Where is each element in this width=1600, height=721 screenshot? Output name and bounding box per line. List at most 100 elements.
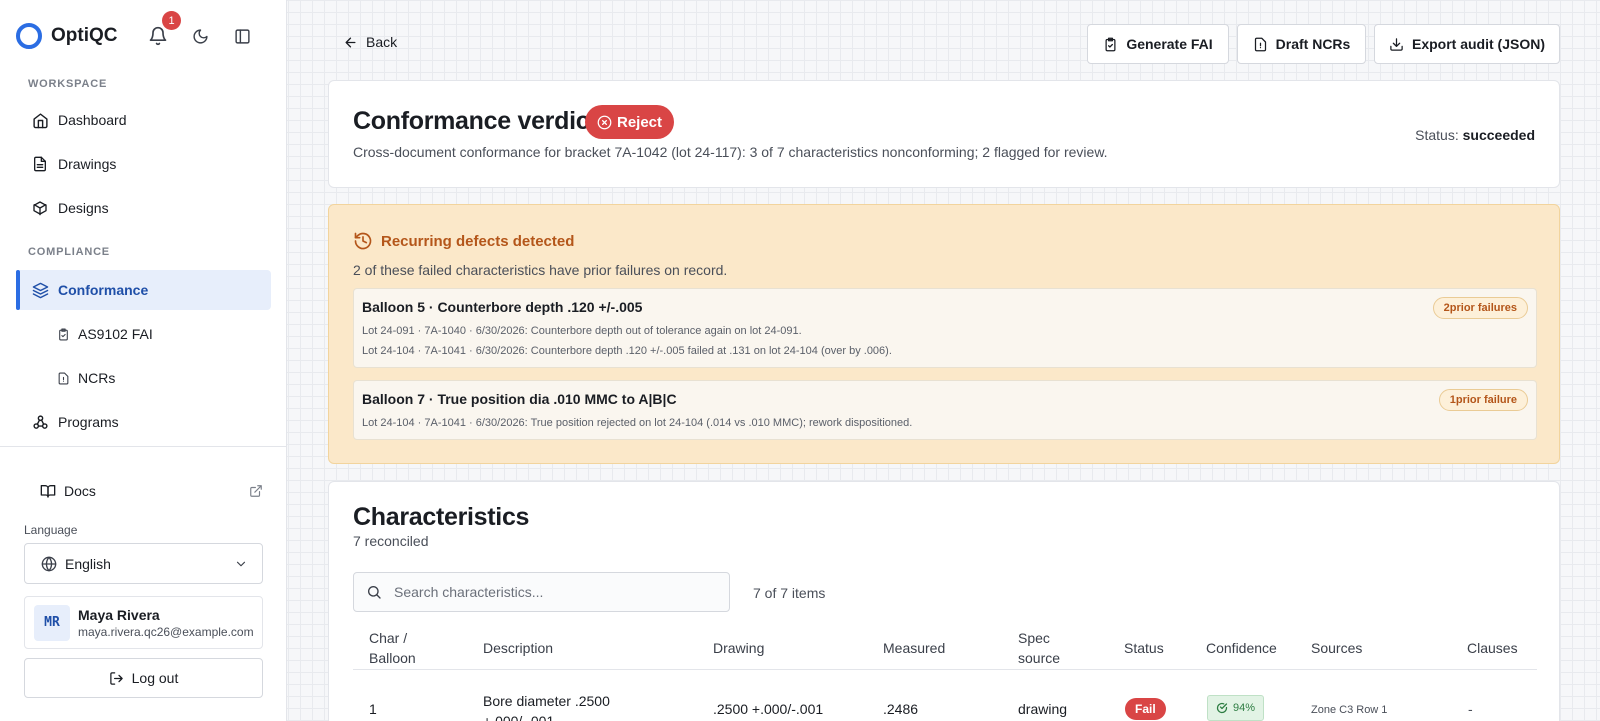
export-audit-button[interactable]: Export audit (JSON) [1374, 24, 1560, 64]
column-header-spec-line2: source [1018, 650, 1061, 666]
column-header-spec-source[interactable]: Spec source [1018, 628, 1060, 668]
section-label-compliance: COMPLIANCE [28, 246, 110, 258]
logout-button[interactable]: Log out [24, 658, 263, 698]
cell-spec-source: drawing [1018, 701, 1068, 717]
items-count: 7 of 7 items [753, 585, 826, 601]
prior-failures-badge: 1prior failure [1438, 389, 1528, 411]
draft-ncrs-button[interactable]: Draft NCRs [1237, 24, 1366, 64]
theme-toggle-button[interactable] [187, 23, 213, 49]
defect-item[interactable]: Balloon 5 · Counterbore depth .120 +/-.0… [353, 288, 1537, 368]
arrow-left-icon [343, 35, 358, 50]
cell-description-line1: Bore diameter .2500 [483, 693, 610, 709]
defect-title: Balloon 7 · True position dia .010 MMC t… [362, 391, 677, 407]
sidebar-item-label: Drawings [58, 156, 117, 172]
language-select[interactable]: English [24, 543, 263, 584]
search-icon [366, 584, 382, 600]
cell-measured: .2486 [883, 701, 919, 717]
sidebar-item-label: Conformance [58, 282, 149, 298]
sidebar-item-designs[interactable]: Designs [16, 188, 271, 228]
recurring-defects-panel: Recurring defects detected 2 of these fa… [328, 204, 1560, 464]
column-header-sources[interactable]: Sources [1311, 638, 1362, 658]
search-field[interactable] [353, 572, 730, 612]
home-icon [31, 111, 49, 129]
top-icons: 1 [129, 11, 255, 50]
book-icon [40, 483, 56, 499]
bell-icon [149, 26, 167, 46]
cell-clauses: - [1468, 701, 1473, 717]
app-name: OptiQC [51, 25, 118, 46]
search-input[interactable] [394, 584, 714, 600]
defect-title: Balloon 5 · Counterbore depth .120 +/-.0… [362, 299, 643, 315]
notifications-button[interactable]: 1 [145, 11, 181, 49]
sidebar-item-label: Programs [58, 414, 119, 430]
sidebar: OptiQC 1 WORKSPACE Dashboard Drawings De… [0, 0, 287, 721]
sidebar-item-ncrs[interactable]: NCRs [16, 358, 271, 398]
defect-history-line: Lot 24-091 · 7A-1040 · 6/30/2026: Counte… [362, 325, 802, 337]
recurring-title: Recurring defects detected [381, 232, 575, 250]
characteristics-card: Characteristics 7 reconciled 7 of 7 item… [328, 481, 1560, 721]
brand-row: OptiQC 1 [16, 11, 271, 50]
confidence-value: 94% [1233, 702, 1256, 714]
clipboard-check-icon [56, 327, 70, 341]
confidence-badge: 94% [1207, 695, 1265, 721]
check-circle-icon [1216, 702, 1228, 714]
sidebar-item-fai[interactable]: AS9102 FAI [16, 314, 271, 354]
status-value: succeeded [1462, 127, 1535, 143]
defect-item[interactable]: Balloon 7 · True position dia .010 MMC t… [353, 380, 1537, 440]
layers-icon [31, 281, 49, 299]
verdict-badge: Reject [585, 105, 674, 139]
user-email: maya.rivera.qc26@example.com [78, 624, 254, 639]
sidebar-divider [0, 446, 287, 447]
column-header-description[interactable]: Description [483, 638, 553, 658]
column-header-status[interactable]: Status [1124, 638, 1164, 658]
moon-icon [192, 28, 208, 44]
docs-link[interactable]: Docs [24, 478, 263, 504]
sidebar-item-label: Designs [58, 200, 109, 216]
language-label: Language [24, 523, 78, 537]
characteristics-title: Characteristics [353, 503, 530, 531]
defect-history-line: Lot 24-104 · 7A-1041 · 6/30/2026: Counte… [362, 345, 892, 357]
notification-badge: 1 [162, 11, 181, 30]
generate-fai-button[interactable]: Generate FAI [1087, 24, 1229, 64]
status-text: Status: succeeded [1415, 127, 1535, 143]
collapse-sidebar-button[interactable] [229, 23, 255, 49]
docs-label: Docs [64, 483, 96, 499]
column-header-measured[interactable]: Measured [883, 638, 945, 658]
verdict-summary: Cross-document conformance for bracket 7… [353, 144, 1108, 160]
cell-char: 1 [369, 701, 377, 717]
sidebar-item-dashboard[interactable]: Dashboard [16, 100, 271, 140]
language-value: English [65, 555, 111, 572]
logout-icon [109, 671, 124, 686]
cell-sources: Zone C3 Row 1 [1311, 704, 1388, 716]
column-header-spec-line1: Spec [1018, 630, 1050, 646]
column-header-char-line2: Balloon [369, 650, 416, 666]
column-header-char[interactable]: Char / Balloon [369, 628, 416, 668]
defect-history-line: Lot 24-104 · 7A-1041 · 6/30/2026: True p… [362, 417, 913, 429]
table-header: Char / Balloon Description Drawing Measu… [353, 624, 1537, 670]
status-badge: Fail [1125, 698, 1166, 720]
sidebar-item-programs[interactable]: Programs [16, 402, 271, 442]
sidebar-toggle-icon [234, 28, 250, 44]
sidebar-item-conformance[interactable]: Conformance [16, 270, 271, 310]
back-link[interactable]: Back [343, 34, 397, 50]
file-alert-icon [56, 371, 70, 385]
cell-drawing: .2500 +.000/-.001 [713, 701, 824, 717]
sidebar-item-drawings[interactable]: Drawings [16, 144, 271, 184]
column-header-confidence[interactable]: Confidence [1206, 638, 1277, 658]
column-header-drawing[interactable]: Drawing [713, 638, 764, 658]
file-alert-icon [1253, 37, 1268, 52]
draft-ncrs-label: Draft NCRs [1275, 36, 1351, 52]
user-card[interactable]: MR Maya Rivera maya.rivera.qc26@example.… [24, 596, 263, 649]
generate-fai-label: Generate FAI [1126, 36, 1213, 52]
logo-icon [16, 23, 42, 49]
clipboard-check-icon [1103, 37, 1118, 52]
page-title: Conformance verdict [353, 107, 598, 135]
column-header-char-line1: Char / [369, 630, 408, 646]
column-header-clauses[interactable]: Clauses [1467, 638, 1518, 658]
chevron-down-icon [234, 557, 248, 571]
sidebar-item-label: AS9102 FAI [78, 326, 153, 342]
cell-description-line2: +.000/-.001 [483, 713, 555, 721]
user-name: Maya Rivera [78, 606, 160, 623]
cube-icon [31, 199, 49, 217]
cell-description: Bore diameter .2500 +.000/-.001 [483, 691, 610, 721]
